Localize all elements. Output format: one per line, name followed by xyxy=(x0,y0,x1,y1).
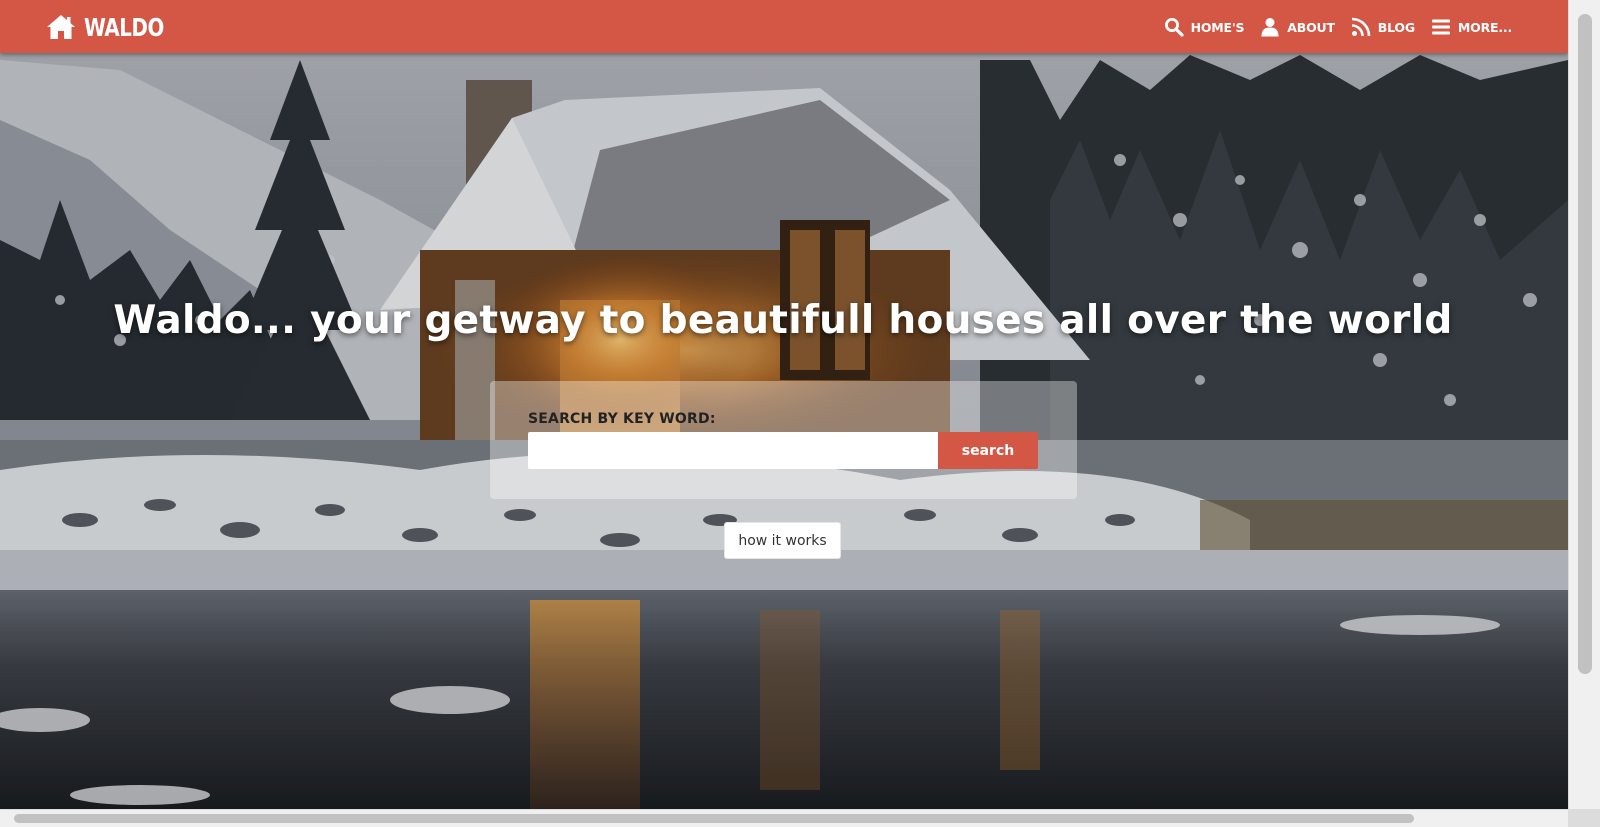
home-icon xyxy=(47,15,75,39)
nav-item-homes[interactable]: HOME'S xyxy=(1164,17,1245,37)
scrollbar-corner xyxy=(1568,809,1600,827)
brand-logo-link[interactable]: WALDO xyxy=(46,11,175,43)
nav-item-about[interactable]: ABOUT xyxy=(1260,17,1335,37)
how-it-works-button[interactable]: how it works xyxy=(724,522,841,559)
page-viewport: WALDO HOME'S ABOUT BLOG MORE... Waldo...… xyxy=(0,0,1568,809)
nav-item-more[interactable]: MORE... xyxy=(1431,17,1512,37)
search-icon xyxy=(1164,18,1184,37)
horizontal-scrollbar[interactable] xyxy=(0,809,1568,827)
rss-icon xyxy=(1351,17,1371,37)
nav-item-blog[interactable]: BLOG xyxy=(1351,17,1415,37)
hero-title: Waldo... your getway to beautifull house… xyxy=(113,298,1453,343)
brand-name: WALDO xyxy=(84,12,164,42)
top-navbar: WALDO HOME'S ABOUT BLOG MORE... xyxy=(0,0,1568,53)
nav-item-label: ABOUT xyxy=(1287,19,1335,35)
horizontal-scrollbar-thumb[interactable] xyxy=(14,814,1414,823)
user-icon xyxy=(1261,18,1279,37)
search-panel: SEARCH BY KEY WORD: search xyxy=(490,381,1077,499)
nav-item-label: BLOG xyxy=(1377,19,1415,35)
menu-icon xyxy=(1431,19,1450,35)
search-button[interactable]: search xyxy=(938,432,1038,469)
nav-item-label: HOME'S xyxy=(1190,19,1245,35)
nav-item-label: MORE... xyxy=(1457,19,1512,35)
search-input[interactable] xyxy=(528,432,938,469)
main-nav: HOME'S ABOUT BLOG MORE... xyxy=(1164,12,1512,42)
vertical-scrollbar[interactable] xyxy=(1568,0,1600,809)
vertical-scrollbar-thumb[interactable] xyxy=(1578,14,1592,674)
search-label: SEARCH BY KEY WORD: xyxy=(528,411,716,427)
